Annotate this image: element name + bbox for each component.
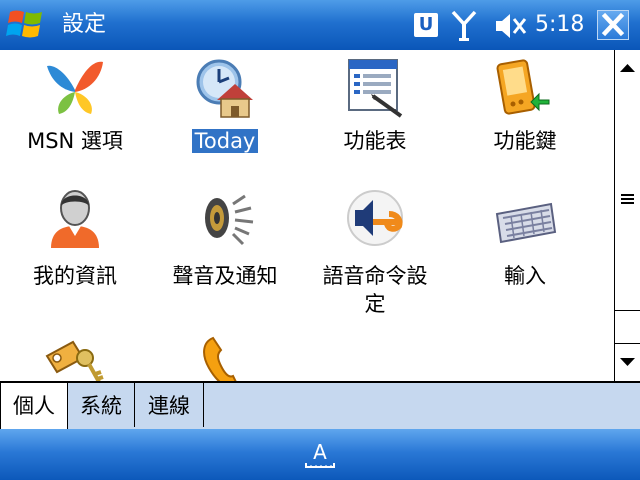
applet-label: 功能表 — [343, 129, 407, 153]
applet-today[interactable]: Today — [150, 50, 300, 170]
antenna-signal-icon[interactable] — [451, 10, 477, 42]
applet-label: Today — [150, 127, 300, 155]
applet-label: 輸入 — [504, 264, 546, 288]
applet-label: 功能鍵 — [493, 129, 557, 153]
grip-icon — [621, 194, 634, 204]
applet-label: 語音命令設定 — [322, 264, 428, 316]
clock[interactable]: 5:18 — [535, 10, 584, 40]
vertical-scrollbar[interactable] — [614, 50, 640, 381]
applet-label: MSN 選項 — [27, 129, 123, 153]
applet-input[interactable]: 輸入 — [450, 184, 600, 324]
tab-connections[interactable]: 連線 — [135, 383, 204, 427]
close-icon — [601, 12, 625, 37]
applet-buttons[interactable]: 功能鍵 — [450, 50, 600, 170]
applet-owner-information[interactable]: 我的資訊 — [0, 184, 150, 324]
applet-lock[interactable] — [0, 330, 150, 381]
tab-system[interactable]: 系統 — [68, 383, 135, 427]
applet-msn-options[interactable]: MSN 選項 — [0, 50, 150, 170]
applet-voice-command[interactable]: 語音命令設定 — [300, 184, 450, 324]
svg-text:A: A — [313, 440, 327, 464]
input-keyboard-icon — [493, 186, 557, 250]
menu-bar: A — [0, 429, 640, 480]
title-bar: 設定 U 5:18 — [0, 0, 640, 50]
arrow-down-icon — [620, 358, 635, 366]
scroll-up-button[interactable] — [615, 50, 640, 87]
scroll-thumb[interactable] — [615, 86, 640, 311]
applet-label: 聲音及通知 — [172, 264, 278, 288]
menus-window-icon — [343, 56, 407, 120]
voice-command-icon — [343, 186, 407, 250]
buttons-pda-icon — [493, 56, 557, 120]
applet-sounds-notifications[interactable]: 聲音及通知 — [150, 184, 300, 324]
owner-info-person-icon — [43, 186, 107, 250]
applet-menus[interactable]: 功能表 — [300, 50, 450, 170]
msn-butterfly-icon — [43, 56, 107, 120]
scroll-down-button[interactable] — [615, 343, 640, 380]
applet-label: 我的資訊 — [33, 264, 117, 288]
applet-phone[interactable] — [150, 330, 300, 381]
speaker-mute-icon[interactable] — [494, 12, 528, 40]
tab-strip: 個人 系統 連線 — [0, 383, 640, 429]
windows-start-icon[interactable] — [4, 6, 48, 44]
lock-keys-icon — [43, 334, 107, 381]
tab-personal[interactable]: 個人 — [0, 383, 68, 429]
tray-u-icon[interactable]: U — [414, 13, 438, 37]
input-panel-button[interactable]: A — [304, 437, 336, 471]
sounds-speaker-icon — [193, 186, 257, 250]
window-title: 設定 — [62, 12, 107, 37]
keyboard-sip-icon: A — [305, 440, 335, 468]
arrow-up-icon — [620, 64, 635, 72]
settings-applet-grid: MSN 選項 Today 功能表 功能鍵 我的資訊 聲音及通知 語音命令設 定 … — [0, 50, 614, 381]
today-clock-house-icon — [193, 56, 257, 120]
phone-handset-icon — [193, 334, 257, 381]
close-button[interactable] — [597, 10, 629, 40]
